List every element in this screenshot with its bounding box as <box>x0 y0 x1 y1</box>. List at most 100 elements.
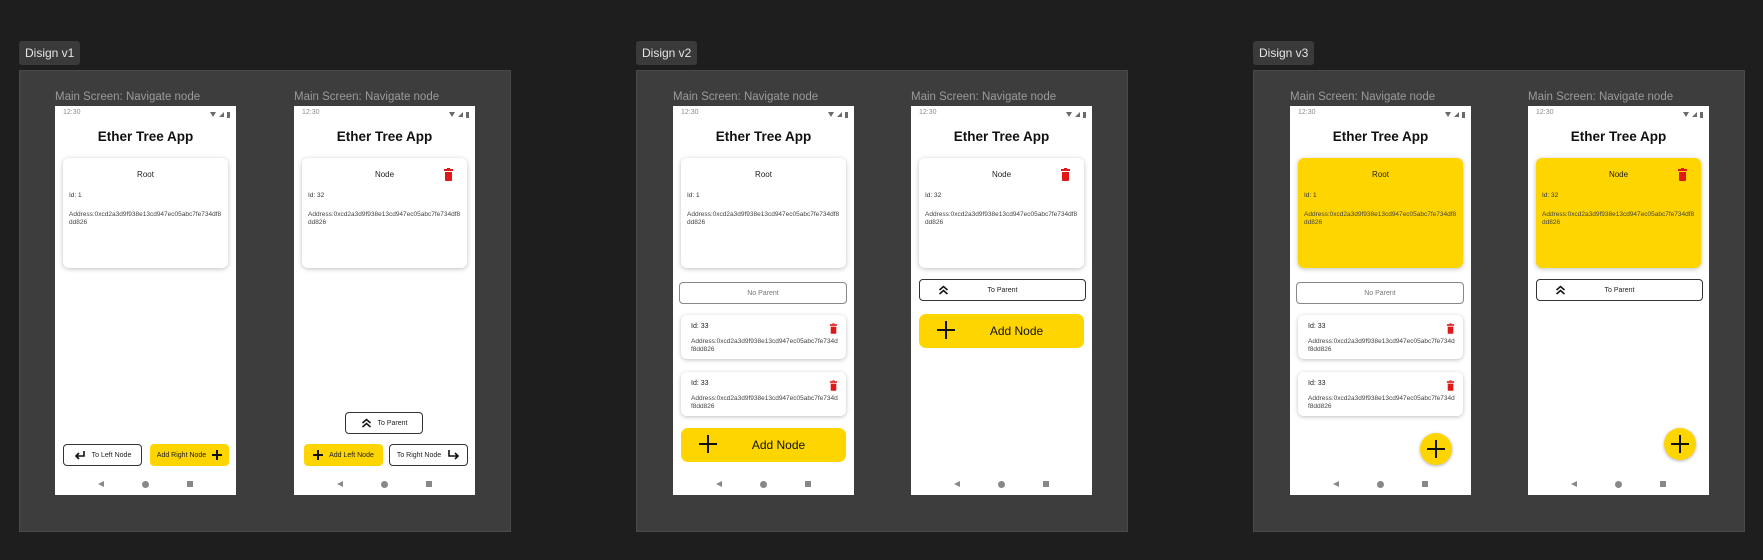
status-time: 12:30 <box>1298 109 1316 116</box>
signal-icon <box>1692 112 1697 117</box>
node-card[interactable]: Node Id: 32 Address:0xcd2a3d9f938e13cd94… <box>919 158 1084 268</box>
no-parent-button[interactable]: No Parent <box>679 282 847 304</box>
child-node-card[interactable]: Id: 33 Address:0xcd2a3d9f938e13cd947ec05… <box>681 315 846 359</box>
app-title: Ether Tree App <box>953 129 1050 144</box>
nav-home-icon[interactable] <box>1615 480 1622 488</box>
node-card[interactable]: Root Id: 1 Address:0xcd2a3d9f938e13cd947… <box>63 158 228 268</box>
child-node-card[interactable]: Id: 33 Address:0xcd2a3d9f938e13cd947ec05… <box>681 372 846 416</box>
trash-icon[interactable] <box>829 380 838 391</box>
add-node-button[interactable]: Add Node <box>681 428 846 462</box>
nav-back-icon[interactable] <box>954 481 960 487</box>
node-id: Id: 1 <box>687 192 700 199</box>
child-node-card[interactable]: Id: 33 Address:0xcd2a3d9f938e13cd947ec05… <box>1298 372 1463 416</box>
phone-screen: 12:30 Ether Tree App Node Id: 32 Address… <box>911 106 1092 495</box>
node-card[interactable]: Root Id: 1 Address:0xcd2a3d9f938e13cd947… <box>681 158 846 268</box>
phone-screen: 12:30 Ether Tree App Node Id: 32 Address… <box>294 106 475 495</box>
node-title: Node <box>1608 170 1629 179</box>
button-label: Add Node <box>751 438 806 452</box>
nav-back-icon[interactable] <box>337 481 343 487</box>
child-address: Address:0xcd2a3d9f938e13cd947ec05abc7fe7… <box>1308 338 1455 353</box>
status-time: 12:30 <box>1536 109 1554 116</box>
status-time: 12:30 <box>681 109 699 116</box>
nav-recent-icon[interactable] <box>187 481 193 487</box>
nav-home-icon[interactable] <box>998 480 1005 488</box>
section-label-v1[interactable]: Disign v1 <box>19 41 81 65</box>
child-node-card[interactable]: Id: 33 Address:0xcd2a3d9f938e13cd947ec05… <box>1298 315 1463 359</box>
status-bar: 12:30 <box>911 106 1092 120</box>
section-label-v3[interactable]: Disign v3 <box>1253 41 1315 65</box>
nav-home-icon[interactable] <box>381 480 388 488</box>
to-parent-button[interactable]: To Parent <box>919 279 1086 301</box>
node-card[interactable]: Root Id: 1 Address:0xcd2a3d9f938e13cd947… <box>1298 158 1463 268</box>
node-id: Id: 32 <box>1542 192 1559 199</box>
status-bar: 12:30 <box>1290 106 1471 120</box>
trash-icon[interactable] <box>829 323 838 334</box>
trash-icon[interactable] <box>444 167 453 181</box>
nav-home-icon[interactable] <box>760 480 767 488</box>
screen-title: Main Screen: Navigate node <box>294 91 440 103</box>
nav-back-icon[interactable] <box>98 481 104 487</box>
no-parent-button[interactable]: No Parent <box>1296 282 1464 304</box>
node-title: Node <box>374 170 395 179</box>
node-title: Root <box>1372 170 1389 179</box>
screen-title: Main Screen: Navigate node <box>1528 91 1674 103</box>
screen-title: Main Screen: Navigate node <box>1290 91 1436 103</box>
trash-icon[interactable] <box>1678 167 1687 181</box>
to-left-node-button[interactable]: To Left Node <box>63 444 142 466</box>
child-id: Id: 33 <box>1308 380 1326 387</box>
system-nav-bar <box>294 478 475 490</box>
status-time: 12:30 <box>302 109 320 116</box>
battery-icon <box>466 111 469 118</box>
section-label-v2[interactable]: Disign v2 <box>636 41 698 65</box>
battery-icon <box>1462 111 1465 118</box>
node-card[interactable]: Node Id: 32 Address:0xcd2a3d9f938e13cd94… <box>1536 158 1701 268</box>
button-label: To Parent <box>1604 286 1635 294</box>
app-title: Ether Tree App <box>1570 129 1667 144</box>
nav-back-icon[interactable] <box>716 481 722 487</box>
nav-home-icon[interactable] <box>142 480 149 488</box>
status-time: 12:30 <box>63 109 81 116</box>
to-parent-button[interactable]: To Parent <box>1536 279 1703 301</box>
nav-recent-icon[interactable] <box>805 481 811 487</box>
child-address: Address:0xcd2a3d9f938e13cd947ec05abc7fe7… <box>691 395 838 410</box>
wifi-icon <box>1683 112 1689 117</box>
phone-screen: 12:30 Ether Tree App Root Id: 1 Address:… <box>673 106 854 495</box>
button-label: To Parent <box>987 286 1018 294</box>
trash-icon[interactable] <box>1446 380 1455 391</box>
node-address: Address:0xcd2a3d9f938e13cd947ec05abc7fe7… <box>925 211 1078 226</box>
node-id: Id: 1 <box>69 192 82 199</box>
signal-icon <box>458 112 463 117</box>
button-label: Add Left Node <box>329 451 374 459</box>
app-title: Ether Tree App <box>336 129 433 144</box>
phone-screen: 12:30 Ether Tree App Root Id: 1 Address:… <box>1290 106 1471 495</box>
add-right-node-button[interactable]: Add Right Node <box>150 444 229 466</box>
to-parent-button[interactable]: To Parent <box>345 412 423 434</box>
system-nav-bar <box>673 478 854 490</box>
node-address: Address:0xcd2a3d9f938e13cd947ec05abc7fe7… <box>308 211 461 226</box>
node-address: Address:0xcd2a3d9f938e13cd947ec05abc7fe7… <box>687 211 840 226</box>
nav-recent-icon[interactable] <box>1043 481 1049 487</box>
app-title: Ether Tree App <box>715 129 812 144</box>
node-id: Id: 1 <box>1304 192 1317 199</box>
trash-icon[interactable] <box>1446 323 1455 334</box>
nav-home-icon[interactable] <box>1377 480 1384 488</box>
nav-back-icon[interactable] <box>1571 481 1577 487</box>
add-node-fab[interactable] <box>1664 428 1696 460</box>
nav-recent-icon[interactable] <box>426 481 432 487</box>
nav-recent-icon[interactable] <box>1422 481 1428 487</box>
node-address: Address:0xcd2a3d9f938e13cd947ec05abc7fe7… <box>1304 211 1457 226</box>
trash-icon[interactable] <box>1061 167 1070 181</box>
nav-recent-icon[interactable] <box>1660 481 1666 487</box>
node-address: Address:0xcd2a3d9f938e13cd947ec05abc7fe7… <box>1542 211 1695 226</box>
add-left-node-button[interactable]: Add Left Node <box>304 444 383 466</box>
to-right-node-button[interactable]: To Right Node <box>389 444 468 466</box>
signal-icon <box>219 112 224 117</box>
screen-title: Main Screen: Navigate node <box>55 91 201 103</box>
node-card[interactable]: Node Id: 32 Address:0xcd2a3d9f938e13cd94… <box>302 158 467 268</box>
nav-back-icon[interactable] <box>1333 481 1339 487</box>
add-node-button[interactable]: Add Node <box>919 314 1084 348</box>
wifi-icon <box>1445 112 1451 117</box>
battery-icon <box>1700 111 1703 118</box>
add-node-fab[interactable] <box>1420 433 1452 465</box>
return-right-icon <box>448 450 460 460</box>
